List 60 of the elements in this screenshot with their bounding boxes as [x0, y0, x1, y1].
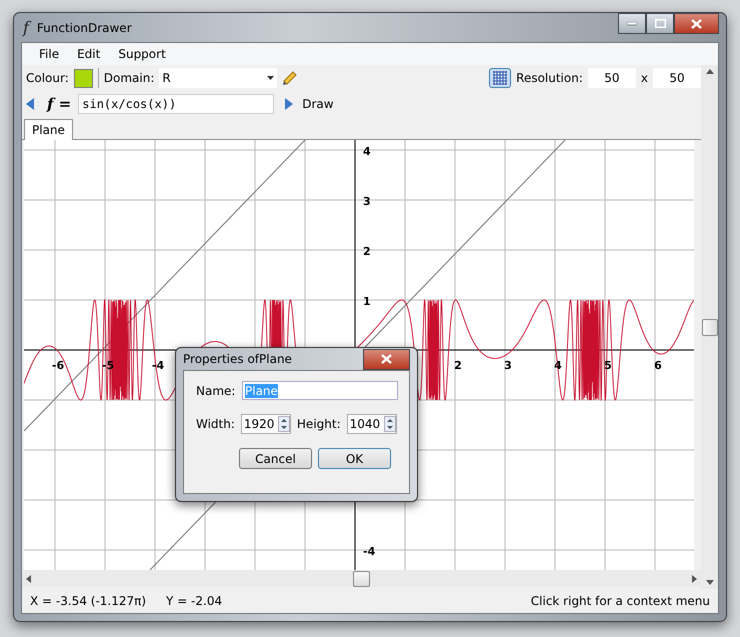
- minimize-icon: [627, 22, 637, 26]
- expression-field[interactable]: sin(x/cos(x)): [78, 94, 274, 114]
- scroll-thumb[interactable]: [353, 570, 370, 586]
- spin-arrows-icon[interactable]: [278, 416, 290, 432]
- y-axis-label: -4: [363, 545, 376, 558]
- resolution-label: Resolution:: [516, 71, 583, 85]
- maximize-button[interactable]: [646, 13, 674, 34]
- dialog-close-button[interactable]: [363, 348, 410, 370]
- scroll-right-icon[interactable]: [692, 574, 697, 582]
- back-arrow-icon[interactable]: [26, 98, 34, 110]
- width-label: Width:: [196, 417, 235, 431]
- close-icon: [381, 354, 392, 364]
- scroll-up-icon[interactable]: [706, 69, 714, 74]
- horizontal-scrollbar[interactable]: [22, 570, 701, 587]
- name-label: Name:: [196, 384, 236, 398]
- resolution-x-field[interactable]: 50: [588, 68, 636, 88]
- x-axis-label: 2: [454, 359, 462, 372]
- dialog-button[interactable]: Cancel: [239, 448, 312, 469]
- function-label: f =: [47, 95, 72, 113]
- height-label: Height:: [296, 417, 341, 431]
- scroll-down-icon[interactable]: [706, 580, 714, 585]
- close-icon: [691, 18, 702, 28]
- x-axis-label: 6: [654, 359, 662, 372]
- menu-item[interactable]: File: [30, 47, 68, 61]
- times-label: x: [640, 71, 648, 85]
- y-axis-label: 1: [363, 295, 371, 308]
- minimize-button[interactable]: [618, 13, 646, 34]
- y-axis-label: 3: [363, 195, 371, 208]
- x-coordinate-readout: X = -3.54 (-1.127π): [30, 594, 146, 608]
- forward-arrow-icon[interactable]: [285, 98, 294, 110]
- pencil-icon[interactable]: [282, 70, 298, 86]
- tab[interactable]: Plane: [24, 119, 73, 140]
- vertical-scrollbar[interactable]: [701, 65, 718, 589]
- grid-toggle-button[interactable]: [489, 68, 512, 88]
- scroll-thumb[interactable]: [702, 318, 718, 336]
- close-button[interactable]: [674, 13, 719, 34]
- scroll-left-icon[interactable]: [26, 574, 31, 582]
- status-hint: Click right for a context menu: [530, 594, 710, 608]
- y-coordinate-readout: Y = -2.04: [166, 594, 222, 608]
- height-spinbox[interactable]: 1040: [346, 414, 397, 434]
- spin-arrows-icon[interactable]: [384, 416, 396, 432]
- y-axis-label: 2: [363, 245, 371, 258]
- y-axis-label: 4: [363, 145, 371, 158]
- menu-item[interactable]: Support: [109, 47, 175, 61]
- x-axis-label: -6: [52, 359, 64, 372]
- window-title: FunctionDrawer: [36, 20, 133, 34]
- x-axis-label: 3: [504, 359, 512, 372]
- domain-dropdown[interactable]: R: [159, 68, 278, 88]
- window-title-icon: f: [23, 18, 29, 37]
- dialog-title: Properties ofPlane: [183, 352, 292, 366]
- colour-swatch[interactable]: [74, 68, 93, 88]
- maximize-icon: [654, 19, 666, 28]
- dialog-button[interactable]: OK: [318, 448, 391, 469]
- width-spinbox[interactable]: 1920: [240, 414, 291, 434]
- dropdown-caret-icon: [267, 76, 274, 80]
- resolution-y-field[interactable]: 50: [653, 68, 701, 88]
- colour-label: Colour:: [26, 71, 69, 85]
- draw-button[interactable]: Draw: [298, 97, 338, 111]
- domain-label: Domain:: [104, 71, 154, 85]
- menu-item[interactable]: Edit: [68, 47, 110, 61]
